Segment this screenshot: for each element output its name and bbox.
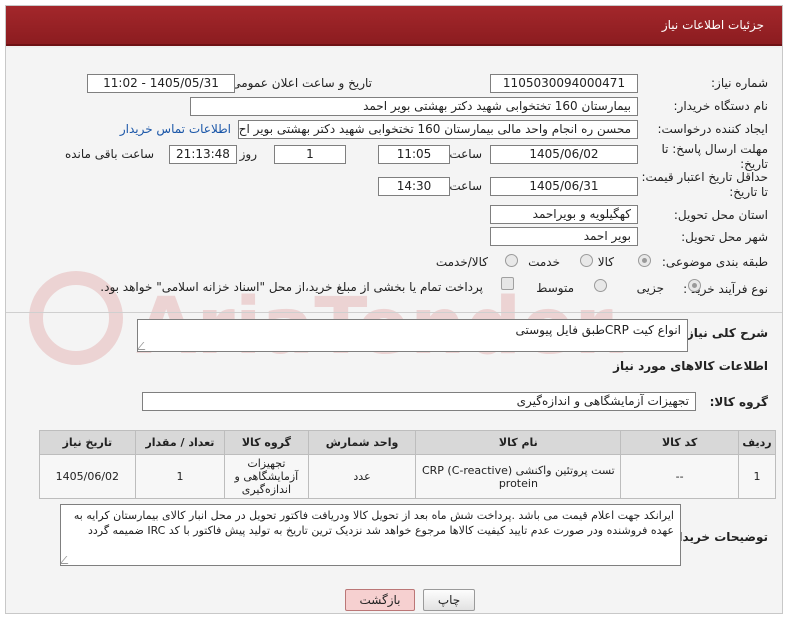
remaining-time-field: 21:13:48 <box>169 145 237 164</box>
need-number-label: شماره نیاز: <box>711 76 768 90</box>
validity-time-field: 14:30 <box>378 177 450 196</box>
city-label: شهر محل تحویل: <box>681 230 768 244</box>
summary-label: شرح کلی نیاز: <box>682 326 768 340</box>
deadline-date-field: 1405/06/02 <box>490 145 638 164</box>
category-option-service: خدمت <box>528 255 560 269</box>
col-header-group: گروه کالا <box>224 430 309 455</box>
category-label: طبقه بندی موضوعی: <box>661 255 768 269</box>
panel-content: AriaTender.net شماره نیاز: 1105030094000… <box>6 48 782 613</box>
category-option-goods: کالا <box>597 255 614 269</box>
cell-item-code: -- <box>620 454 739 499</box>
deadline-label: مهلت ارسال پاسخ: تا تاریخ: <box>661 142 768 171</box>
goods-group-field: تجهیزات آزمایشگاهی و اندازه‌گیری <box>142 392 696 411</box>
process-option-minor: جزیی <box>636 281 664 295</box>
city-field: بویر احمد <box>490 227 638 246</box>
col-header-unit: واحد شمارش <box>307 430 417 455</box>
col-header-row-number: ردیف <box>737 430 777 455</box>
buyer-org-field: بیمارستان 160 تختخوابی شهید دکتر بهشتی ب… <box>190 97 638 116</box>
goods-group-label: گروه کالا: <box>709 395 768 409</box>
deadline-time-field: 11:05 <box>378 145 450 164</box>
goods-table: ردیف کد کالا نام کالا واحد شمارش گروه کا… <box>39 430 777 499</box>
col-header-item-name: نام کالا <box>415 430 622 455</box>
col-header-need-date: تاریخ نیاز <box>39 430 136 455</box>
buyer-notes-field: ایرانکد جهت اعلام قیمت می باشد .پرداخت ش… <box>60 504 681 566</box>
remaining-time-label: ساعت باقی مانده <box>64 147 154 161</box>
table-row: 1 -- تست پروتئین واکنشی (CRP (C-reactive… <box>39 454 777 499</box>
panel-header: جزئیات اطلاعات نیاز <box>6 6 782 46</box>
section-divider <box>6 312 782 313</box>
process-radio-minor[interactable] <box>688 279 701 292</box>
table-header-row: ردیف کد کالا نام کالا واحد شمارش گروه کا… <box>39 430 777 455</box>
need-number-field: 1105030094000471 <box>490 74 638 93</box>
announce-datetime-label: تاریخ و ساعت اعلان عمومی: <box>227 76 372 90</box>
cell-item-name: تست پروتئین واکنشی (CRP (C-reactive prot… <box>415 454 622 499</box>
buyer-notes-text: ایرانکد جهت اعلام قیمت می باشد .پرداخت ش… <box>73 509 674 537</box>
summary-field: انواع کیت CRPطبق فایل پیوستی <box>137 319 688 352</box>
category-radio-service[interactable] <box>580 254 593 267</box>
buyer-notes-label: توضیحات خریدار: <box>666 530 768 544</box>
category-option-goods-service: کالا/خدمت <box>435 255 488 269</box>
treasury-note: پرداخت تمام یا بخشی از مبلغ خرید،از محل … <box>100 280 483 294</box>
province-field: کهگیلویه و بویراحمد <box>490 205 638 224</box>
treasury-checkbox[interactable] <box>501 277 514 290</box>
back-button[interactable]: بازگشت <box>345 589 415 611</box>
creator-label: ایجاد کننده درخواست: <box>657 122 768 136</box>
cell-group: تجهیزات آزمایشگاهی و اندازه‌گیری <box>224 454 309 499</box>
province-label: استان محل تحویل: <box>673 208 768 222</box>
panel-title: جزئیات اطلاعات نیاز <box>661 18 764 32</box>
cell-need-date: 1405/06/02 <box>39 454 136 499</box>
cell-row-number: 1 <box>737 454 777 499</box>
col-header-quantity: تعداد / مقدار <box>134 430 226 455</box>
process-option-medium: متوسط <box>536 281 574 295</box>
creator-field: محسن ره انجام واحد مالی بیمارستان 160 تخ… <box>238 120 638 139</box>
validity-time-label: ساعت <box>449 179 482 193</box>
deadline-days-field: 1 <box>274 145 346 164</box>
cell-quantity: 1 <box>134 454 226 499</box>
validity-label: حداقل تاریخ اعتبار قیمت: تا تاریخ: <box>641 170 768 199</box>
print-button[interactable]: چاپ <box>423 589 475 611</box>
deadline-time-label: ساعت <box>449 147 482 161</box>
buyer-org-label: نام دستگاه خریدار: <box>673 99 769 113</box>
validity-date-field: 1405/06/31 <box>490 177 638 196</box>
need-details-panel: جزئیات اطلاعات نیاز AriaTender.net شماره… <box>5 5 783 614</box>
cell-unit: عدد <box>307 454 417 499</box>
col-header-item-code: کد کالا <box>620 430 739 455</box>
summary-text: انواع کیت CRPطبق فایل پیوستی <box>515 323 681 337</box>
buyer-contact-link[interactable]: اطلاعات تماس خریدار <box>120 122 231 136</box>
process-radio-medium[interactable] <box>594 279 607 292</box>
resize-grip[interactable] <box>61 556 75 564</box>
category-radio-goods-service[interactable] <box>505 254 518 267</box>
goods-section-title: اطلاعات کالاهای مورد نیاز <box>613 359 768 373</box>
category-radio-goods[interactable] <box>638 254 651 267</box>
announce-datetime-field: 1405/05/31 - 11:02 <box>87 74 235 93</box>
resize-grip[interactable] <box>138 342 152 350</box>
